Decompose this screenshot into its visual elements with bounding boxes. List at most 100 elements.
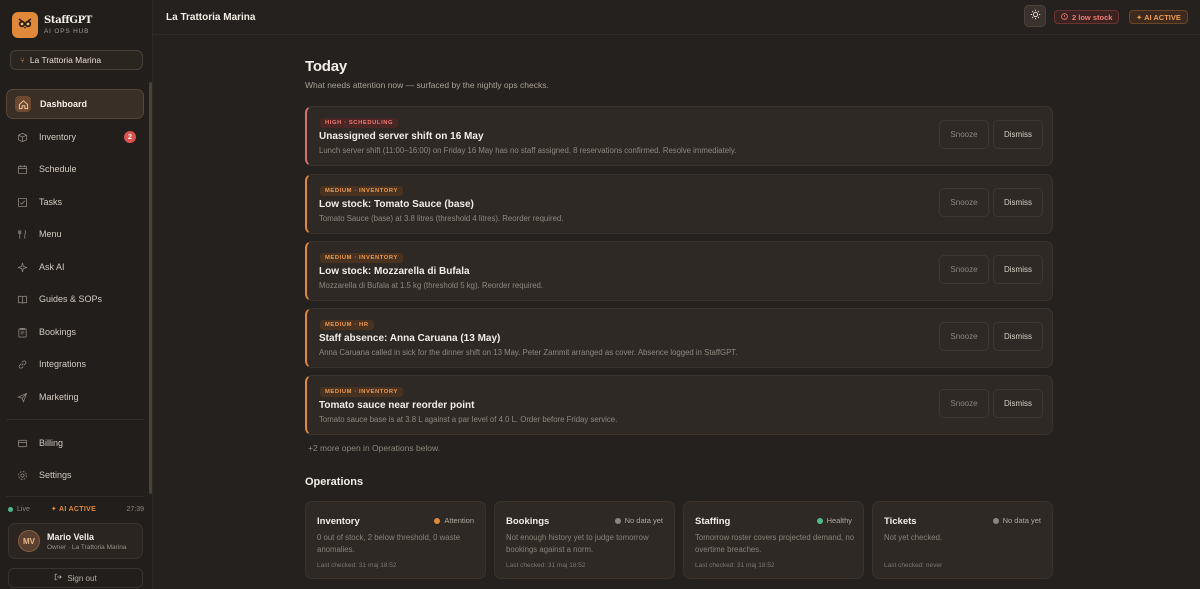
ops-card-title: Bookings (506, 516, 550, 527)
home-icon (15, 96, 31, 112)
status-badge: No data yet (614, 516, 663, 525)
box-icon (14, 129, 30, 145)
dismiss-button[interactable]: Dismiss (993, 120, 1043, 149)
sidebar-item-schedule[interactable]: Schedule (6, 154, 144, 184)
snooze-button[interactable]: Snooze (939, 389, 989, 418)
alert-description: Lunch server shift (11:00–16:00) on Frid… (319, 146, 737, 155)
sidebar-divider (6, 419, 144, 420)
brand-subtitle: AI OPS HUB (44, 28, 90, 35)
fork-knife-icon (14, 226, 30, 242)
calendar-icon (14, 161, 30, 177)
priority-tag: MEDIUM · HR (320, 320, 374, 330)
dismiss-button[interactable]: Dismiss (993, 255, 1043, 284)
sidebar-item-label: Integrations (39, 359, 87, 369)
card-icon (14, 435, 30, 451)
link-icon (14, 356, 30, 372)
sidebar: StaffGPT AI OPS HUB ⑂ La Trattoria Marin… (0, 0, 153, 589)
alert-card: MEDIUM · INVENTORY Low stock: Mozzarella… (305, 241, 1053, 301)
low-stock-label: 2 low stock (1072, 12, 1113, 22)
send-icon (14, 389, 30, 405)
fork-knife-icon: ⑂ (20, 55, 25, 65)
sidebar-item-ask-ai[interactable]: Ask AI (6, 252, 144, 282)
last-checked: Last checked: never (884, 562, 943, 569)
venue-selector-value: La Trattoria Marina (29, 55, 102, 65)
sidebar-item-guides-sops[interactable]: Guides & SOPs (6, 284, 144, 314)
sidebar-scrollbar[interactable] (149, 82, 152, 494)
sidebar-item-bookings[interactable]: Bookings (6, 317, 144, 347)
section-title-today: Today (305, 58, 348, 75)
ops-card-bookings[interactable]: Bookings No data yet Not enough history … (494, 501, 675, 579)
more-alerts-link[interactable]: +2 more open in Operations below. (308, 443, 440, 453)
sidebar-item-dashboard[interactable]: Dashboard (6, 89, 144, 119)
ai-active-badge[interactable]: ✦ AI ACTIVE (1129, 10, 1188, 24)
last-checked: Last checked: 31 maj 18:52 (317, 562, 397, 569)
sidebar-item-label: Bookings (39, 327, 77, 337)
sidebar-item-tasks[interactable]: Tasks (6, 187, 144, 217)
status-badge: Attention (434, 516, 474, 525)
snooze-button[interactable]: Snooze (939, 255, 989, 284)
sign-out-label: Sign out (67, 573, 97, 583)
user-name: Mario Vella (47, 531, 95, 542)
ops-card-inventory[interactable]: Inventory Attention 0 out of stock, 2 be… (305, 501, 486, 579)
live-label: Live (17, 505, 30, 513)
snooze-button[interactable]: Snooze (939, 120, 989, 149)
ops-card-title: Inventory (317, 516, 360, 527)
alert-description: Tomato sauce base is at 3.8 L against a … (319, 415, 618, 424)
sign-out-button[interactable]: Sign out (8, 568, 143, 588)
section-subtitle-today: What needs attention now — surfaced by t… (305, 80, 549, 90)
sidebar-item-menu[interactable]: Menu (6, 219, 144, 249)
theme-toggle-button[interactable] (1024, 5, 1046, 27)
status-label: No data yet (1002, 516, 1041, 525)
status-dot (434, 517, 441, 524)
sidebar-item-label: Schedule (39, 164, 77, 174)
sidebar-item-label: Billing (39, 438, 64, 448)
sign-out-icon (54, 573, 63, 583)
owl-logo-icon (12, 12, 38, 38)
low-stock-badge[interactable]: 2 low stock (1054, 10, 1120, 24)
alert-description: Mozzarella di Bufala at 1.5 kg (threshol… (319, 281, 544, 290)
inventory-count-badge: 2 (124, 131, 136, 143)
priority-tag: MEDIUM · INVENTORY (320, 253, 403, 263)
sidebar-item-label: Inventory (39, 132, 77, 142)
sidebar-item-label: Marketing (39, 392, 79, 402)
priority-tag: MEDIUM · INVENTORY (320, 186, 403, 196)
sidebar-item-billing[interactable]: Billing (6, 428, 144, 458)
dismiss-button[interactable]: Dismiss (993, 322, 1043, 351)
priority-tag: MEDIUM · INVENTORY (320, 387, 403, 397)
alert-title: Low stock: Mozzarella di Bufala (319, 266, 470, 277)
alert-description: Anna Caruana called in sick for the dinn… (319, 348, 738, 357)
alert-title: Low stock: Tomato Sauce (base) (319, 199, 474, 210)
status-dot (992, 517, 999, 524)
brand[interactable]: StaffGPT AI OPS HUB (12, 12, 92, 38)
status-dot (614, 517, 621, 524)
system-status-row: Live ✦ AI ACTIVE 27:39 (8, 505, 144, 513)
sidebar-item-label: Tasks (39, 197, 63, 207)
sidebar-divider (6, 496, 144, 497)
ops-card-tickets[interactable]: Tickets No data yet Not yet checked. Las… (872, 501, 1053, 579)
sun-icon (1030, 9, 1041, 23)
ops-card-title: Tickets (884, 516, 917, 527)
priority-tag: HIGH · SCHEDULING (320, 118, 399, 128)
sidebar-item-label: Ask AI (39, 262, 65, 272)
last-checked: Last checked: 31 maj 18:52 (695, 562, 775, 569)
snooze-button[interactable]: Snooze (939, 188, 989, 217)
status-label: Attention (444, 516, 474, 525)
ai-active-label: ✦ AI ACTIVE (1136, 12, 1181, 22)
dismiss-button[interactable]: Dismiss (993, 188, 1043, 217)
dismiss-button[interactable]: Dismiss (993, 389, 1043, 418)
topbar: La Trattoria Marina 2 low stock ✦ AI ACT… (153, 0, 1200, 35)
sidebar-item-integrations[interactable]: Integrations (6, 349, 144, 379)
venue-selector[interactable]: ⑂ La Trattoria Marina (10, 50, 143, 70)
sidebar-item-label: Dashboard (40, 99, 88, 109)
sidebar-item-settings[interactable]: Settings (6, 460, 144, 490)
status-badge: Healthy (816, 516, 852, 525)
ops-card-staffing[interactable]: Staffing Healthy Tomorrow roster covers … (683, 501, 864, 579)
alert-card: MEDIUM · INVENTORY Tomato sauce near reo… (305, 375, 1053, 435)
checklist-icon (14, 194, 30, 210)
sidebar-item-label: Menu (39, 229, 62, 239)
snooze-button[interactable]: Snooze (939, 322, 989, 351)
alert-title: Tomato sauce near reorder point (319, 400, 475, 411)
user-card[interactable]: MV Mario Vella Owner · La Trattoria Mari… (8, 523, 143, 559)
sidebar-item-marketing[interactable]: Marketing (6, 382, 144, 412)
sidebar-item-inventory[interactable]: Inventory 2 (6, 122, 144, 152)
